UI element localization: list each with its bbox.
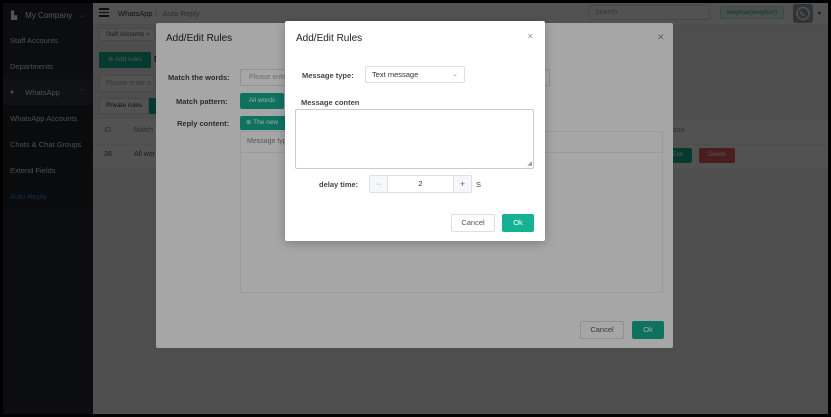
chevron-down-icon: ⌄ [452,71,458,78]
delay-unit: S [476,180,482,189]
message-content-textarea[interactable]: ◢ [295,109,534,169]
dialog-title: Add/Edit Rules [296,33,363,44]
delay-stepper: − 2 + [369,175,472,193]
decrement-button[interactable]: − [370,176,388,192]
resize-handle-icon[interactable]: ◢ [527,161,532,167]
message-type-label: Message type: [302,71,354,80]
delay-input[interactable]: 2 [387,176,454,192]
ok-button[interactable]: Ok [502,214,534,232]
cancel-button[interactable]: Cancel [451,214,495,232]
message-type-value: Text message [372,70,419,79]
increment-button[interactable]: + [453,176,471,192]
message-type-select[interactable]: Text message ⌄ [365,66,465,83]
app-window: ▙ My Company ⌄ Staff Accounts Department… [3,3,828,414]
delay-time-label: delay time: [319,180,359,189]
close-icon[interactable]: ✕ [527,32,534,41]
message-content-label: Message conten [301,98,360,107]
message-dialog: Add/Edit Rules ✕ Message type: Text mess… [285,21,545,241]
